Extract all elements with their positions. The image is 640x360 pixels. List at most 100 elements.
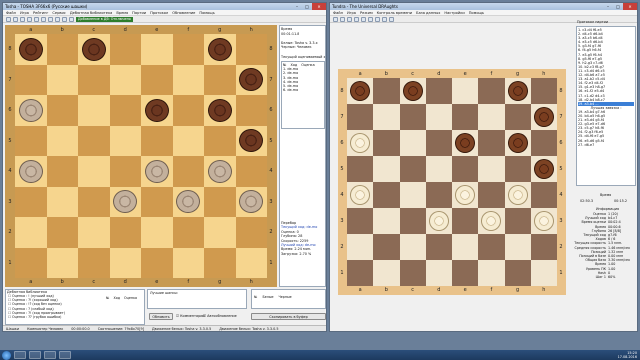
checker-piece[interactable] (507, 185, 528, 205)
board-square[interactable] (15, 125, 47, 156)
board-square[interactable] (109, 34, 141, 65)
board-square[interactable] (46, 34, 78, 65)
board-square[interactable] (109, 95, 141, 126)
checker-piece[interactable] (144, 98, 169, 122)
board-square[interactable] (141, 186, 173, 217)
board-square[interactable] (504, 234, 531, 260)
board-square[interactable] (204, 156, 236, 187)
board-square[interactable] (478, 130, 505, 156)
board-square[interactable] (204, 34, 236, 65)
board-square[interactable] (141, 64, 173, 95)
board-square[interactable] (172, 34, 204, 65)
move-row[interactable]: 6. de-mo (283, 88, 323, 92)
board-square[interactable] (235, 247, 267, 278)
board-square[interactable] (235, 64, 267, 95)
board-square[interactable] (425, 130, 452, 156)
checker-piece[interactable] (239, 129, 264, 153)
checker-piece[interactable] (350, 133, 371, 153)
board-square[interactable] (78, 217, 110, 248)
board-square[interactable] (373, 156, 400, 182)
board-square[interactable] (504, 156, 531, 182)
board-square[interactable] (141, 95, 173, 126)
checker-piece[interactable] (239, 190, 264, 214)
tundra-board[interactable] (347, 78, 557, 286)
board-square[interactable] (347, 182, 374, 208)
menu-item[interactable]: Помощь (469, 11, 484, 15)
board-square[interactable] (78, 156, 110, 187)
board-square[interactable] (373, 260, 400, 286)
board-square[interactable] (15, 247, 47, 278)
new-game-icon[interactable] (6, 16, 11, 22)
board-square[interactable] (452, 182, 479, 208)
protocol-list[interactable]: 1. c3-d4 f6-e5 2. d4-c5 d6-b4 3. a3-c5 b6-… (576, 26, 636, 186)
menu-item[interactable]: Контроль времени (377, 11, 412, 15)
board-square[interactable] (425, 234, 452, 260)
board-square[interactable] (15, 34, 47, 65)
board-square[interactable] (530, 208, 557, 234)
menu-item[interactable]: Режим (360, 11, 373, 15)
board-square[interactable] (399, 78, 426, 104)
board-square[interactable] (172, 186, 204, 217)
board-square[interactable] (452, 130, 479, 156)
board-square[interactable] (452, 234, 479, 260)
maximize-button[interactable]: □ (302, 3, 312, 10)
save-icon[interactable] (20, 16, 25, 22)
checker-piece[interactable] (533, 159, 554, 179)
settings-icon[interactable] (69, 16, 74, 22)
board-square[interactable] (141, 247, 173, 278)
taskbar-app-tundra[interactable] (59, 351, 71, 359)
board-square[interactable] (172, 125, 204, 156)
board-square[interactable] (478, 78, 505, 104)
checker-piece[interactable] (533, 211, 554, 231)
board-square[interactable] (478, 182, 505, 208)
taskbar-app-browser[interactable] (29, 351, 41, 359)
undo-icon[interactable] (27, 16, 32, 22)
board-square[interactable] (46, 95, 78, 126)
checker-piece[interactable] (455, 185, 476, 205)
board-square[interactable] (530, 78, 557, 104)
board-square[interactable] (373, 78, 400, 104)
board-square[interactable] (204, 217, 236, 248)
board-square[interactable] (347, 104, 374, 130)
board-square[interactable] (347, 130, 374, 156)
board-square[interactable] (347, 208, 374, 234)
board-square[interactable] (504, 260, 531, 286)
board-square[interactable] (235, 186, 267, 217)
board-square[interactable] (347, 156, 374, 182)
protocol-move[interactable]: 27. d6-e7 (578, 143, 634, 147)
minimize-button[interactable]: – (603, 3, 613, 10)
board-square[interactable] (15, 64, 47, 95)
board-square[interactable] (530, 156, 557, 182)
maximize-button[interactable]: □ (613, 3, 623, 10)
open-icon[interactable] (340, 16, 345, 22)
copy-to-clipboard-button[interactable]: Скопировать в буфер (251, 313, 326, 320)
checker-piece[interactable] (350, 81, 371, 101)
board-square[interactable] (452, 260, 479, 286)
checker-piece[interactable] (176, 190, 201, 214)
board-square[interactable] (399, 104, 426, 130)
board-square[interactable] (347, 260, 374, 286)
board-square[interactable] (78, 186, 110, 217)
board-square[interactable] (109, 247, 141, 278)
back-icon[interactable] (354, 16, 359, 22)
board-square[interactable] (109, 217, 141, 248)
checker-piece[interactable] (428, 211, 449, 231)
checker-piece[interactable] (207, 98, 232, 122)
board-square[interactable] (373, 104, 400, 130)
checker-piece[interactable] (113, 190, 138, 214)
rotate-board-icon[interactable] (41, 16, 46, 22)
board-square[interactable] (204, 247, 236, 278)
board-square[interactable] (530, 182, 557, 208)
board-square[interactable] (235, 217, 267, 248)
board-square[interactable] (399, 182, 426, 208)
board-square[interactable] (530, 130, 557, 156)
board-square[interactable] (452, 78, 479, 104)
minimize-button[interactable]: – (292, 3, 302, 10)
menu-item[interactable]: Файл (333, 11, 343, 15)
board-square[interactable] (15, 217, 47, 248)
board-square[interactable] (141, 34, 173, 65)
start-button[interactable] (2, 350, 11, 360)
board-square[interactable] (78, 247, 110, 278)
board-square[interactable] (373, 130, 400, 156)
autorefresh-checkbox[interactable]: ☑ Автообновление (203, 314, 237, 318)
